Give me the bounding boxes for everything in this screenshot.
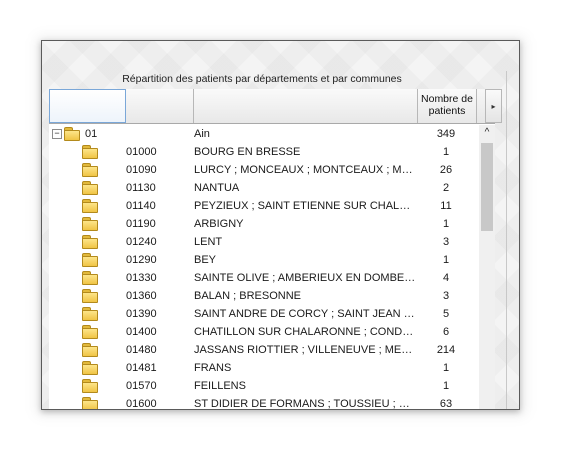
department-patient-count: 349 bbox=[436, 128, 456, 140]
postal-code: 01000 bbox=[126, 146, 157, 158]
column-header-tree[interactable] bbox=[49, 89, 126, 123]
scroll-up-icon[interactable]: ^ bbox=[479, 125, 495, 141]
tree-row-commune[interactable]: 01360 BALAN ; BRESONNE 3 bbox=[49, 287, 479, 305]
folder-icon bbox=[82, 271, 98, 285]
column-header-patient-count[interactable]: Nombre de patients bbox=[418, 89, 477, 123]
postal-code: 01090 bbox=[126, 164, 157, 176]
report-window: Répartition des patients par département… bbox=[41, 40, 520, 410]
tree-row-commune[interactable]: 01190 ARBIGNY 1 bbox=[49, 215, 479, 233]
folder-icon bbox=[82, 217, 98, 231]
folder-icon bbox=[82, 181, 98, 195]
scrollbar-thumb[interactable] bbox=[481, 143, 493, 231]
postal-code: 01330 bbox=[126, 272, 157, 284]
tree-row-commune[interactable]: 01090 LURCY ; MONCEAUX ; MONTCEAUX ; MON.… bbox=[49, 161, 479, 179]
department-code: 01 bbox=[85, 128, 98, 140]
folder-icon bbox=[82, 235, 98, 249]
patient-count: 1 bbox=[442, 362, 450, 374]
vertical-scrollbar[interactable]: ^ bbox=[479, 125, 495, 409]
tree-row-commune[interactable]: 01140 PEYZIEUX ; SAINT ETIENNE SUR CHALAR… bbox=[49, 197, 479, 215]
postal-code: 01400 bbox=[126, 326, 157, 338]
tree-row-commune[interactable]: 01000 BOURG EN BRESSE 1 bbox=[49, 143, 479, 161]
patient-count: 6 bbox=[442, 326, 450, 338]
commune-names: ST DIDIER DE FORMANS ; TOUSSIEU ; ST ... bbox=[194, 398, 416, 410]
patient-count: 63 bbox=[439, 398, 453, 410]
panel-title: Répartition des patients par département… bbox=[122, 73, 402, 85]
commune-names: SAINTE OLIVE ; AMBERIEUX EN DOMBES ; ... bbox=[194, 272, 416, 284]
patient-count: 4 bbox=[442, 272, 450, 284]
commune-names: ARBIGNY bbox=[194, 218, 244, 230]
postal-code: 01360 bbox=[126, 290, 157, 302]
tree-row-commune[interactable]: 01400 CHATILLON SUR CHALARONNE ; CONDESS.… bbox=[49, 323, 479, 341]
scroll-right-button[interactable]: ▸ bbox=[485, 89, 502, 123]
commune-names: LENT bbox=[194, 236, 223, 248]
postal-code: 01480 bbox=[126, 344, 157, 356]
commune-names: BEY bbox=[194, 254, 217, 266]
commune-names: CHATILLON SUR CHALARONNE ; CONDESS... bbox=[194, 326, 416, 338]
patient-count: 1 bbox=[442, 254, 450, 266]
folder-icon bbox=[82, 343, 98, 357]
patient-count: 1 bbox=[442, 380, 450, 392]
commune-names: PEYZIEUX ; SAINT ETIENNE SUR CHALARO... bbox=[194, 200, 416, 212]
folder-icon bbox=[82, 361, 98, 375]
folder-icon bbox=[82, 145, 98, 159]
column-header-name[interactable] bbox=[194, 89, 418, 123]
tree-row-commune[interactable]: 01480 JASSANS RIOTTIER ; VILLENEUVE ; MES… bbox=[49, 341, 479, 359]
grid-header: Nombre de patients ▸ bbox=[49, 89, 502, 124]
postal-code: 01240 bbox=[126, 236, 157, 248]
tree-row-commune[interactable]: 01130 NANTUA 2 bbox=[49, 179, 479, 197]
commune-names: BALAN ; BRESONNE bbox=[194, 290, 301, 302]
folder-icon bbox=[82, 397, 98, 409]
tree-row-commune[interactable]: 01390 SAINT ANDRE DE CORCY ; SAINT JEAN D… bbox=[49, 305, 479, 323]
collapse-toggle-icon[interactable]: − bbox=[52, 129, 62, 139]
patient-count: 1 bbox=[442, 218, 450, 230]
commune-names: FRANS bbox=[194, 362, 232, 374]
patient-count: 26 bbox=[439, 164, 453, 176]
folder-icon bbox=[82, 307, 98, 321]
department-name: Ain bbox=[194, 128, 210, 140]
postal-code: 01390 bbox=[126, 308, 157, 320]
tree-row-commune[interactable]: 01290 BEY 1 bbox=[49, 251, 479, 269]
folder-icon bbox=[82, 199, 98, 213]
folder-icon bbox=[82, 163, 98, 177]
patient-count: 5 bbox=[442, 308, 450, 320]
folder-icon bbox=[82, 325, 98, 339]
tree-row-commune[interactable]: 01600 ST DIDIER DE FORMANS ; TOUSSIEU ; S… bbox=[49, 395, 479, 410]
folder-icon bbox=[82, 379, 98, 393]
folder-icon bbox=[82, 289, 98, 303]
postal-code: 01190 bbox=[126, 218, 156, 230]
folder-icon bbox=[82, 253, 98, 267]
postal-code: 01290 bbox=[126, 254, 157, 266]
column-header-code[interactable] bbox=[126, 89, 194, 123]
commune-names: BOURG EN BRESSE bbox=[194, 146, 301, 158]
grid-right-border bbox=[506, 71, 507, 409]
tree-row-commune[interactable]: 01481 FRANS 1 bbox=[49, 359, 479, 377]
commune-names: NANTUA bbox=[194, 182, 240, 194]
tree-row-commune[interactable]: 01570 FEILLENS 1 bbox=[49, 377, 479, 395]
patient-count: 3 bbox=[442, 290, 450, 302]
commune-names: FEILLENS bbox=[194, 380, 246, 392]
patient-count: 2 bbox=[442, 182, 450, 194]
commune-names: JASSANS RIOTTIER ; VILLENEUVE ; MESSI... bbox=[194, 344, 416, 356]
tree-rows: − 01 Ain 349 01000 BOURG EN BRESSE 1 01090 L… bbox=[49, 125, 479, 410]
tree-row-commune[interactable]: 01330 SAINTE OLIVE ; AMBERIEUX EN DOMBES … bbox=[49, 269, 479, 287]
patient-count: 1 bbox=[442, 146, 450, 158]
folder-open-icon bbox=[64, 127, 80, 141]
tree-row-commune[interactable]: 01240 LENT 3 bbox=[49, 233, 479, 251]
commune-names: LURCY ; MONCEAUX ; MONTCEAUX ; MON... bbox=[194, 164, 416, 176]
commune-names: SAINT ANDRE DE CORCY ; SAINT JEAN DE... bbox=[194, 308, 416, 320]
postal-code: 01481 bbox=[126, 362, 157, 374]
patient-count: 11 bbox=[440, 200, 452, 212]
postal-code: 01570 bbox=[126, 380, 157, 392]
patient-count: 214 bbox=[436, 344, 456, 356]
patients-tree-grid: Nombre de patients ▸ − 01 Ain 349 01000 B… bbox=[49, 89, 502, 410]
patient-count: 3 bbox=[442, 236, 450, 248]
postal-code: 01140 bbox=[126, 200, 156, 212]
tree-row-department[interactable]: − 01 Ain 349 bbox=[49, 125, 479, 143]
postal-code: 01600 bbox=[126, 398, 157, 410]
postal-code: 01130 bbox=[126, 182, 156, 194]
